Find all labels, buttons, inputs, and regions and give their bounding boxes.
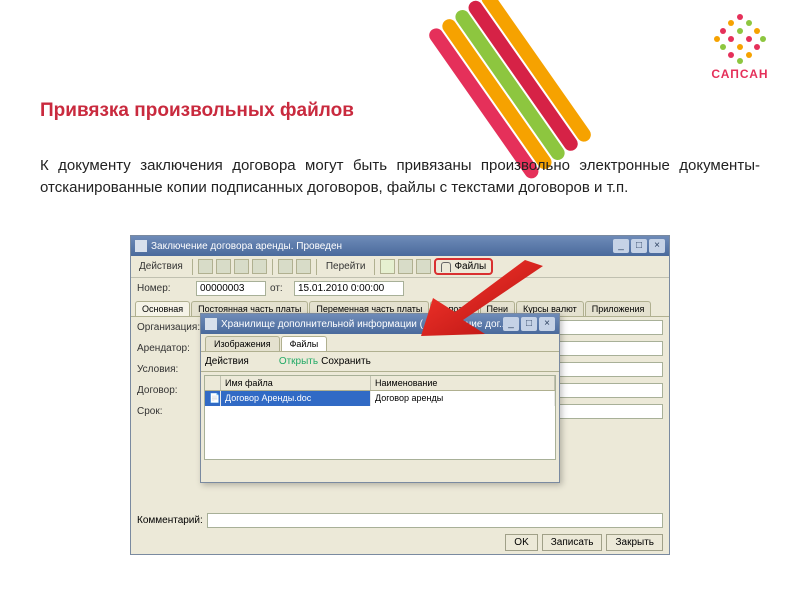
number-input[interactable]: [196, 281, 266, 296]
child-tabs: Изображения Файлы: [201, 334, 559, 352]
main-toolbar: Действия Перейти Файлы: [131, 256, 669, 278]
toolbar-icon[interactable]: [252, 259, 267, 274]
doc-icon: 📄: [205, 391, 221, 406]
toolbar-icon[interactable]: [216, 259, 231, 274]
files-button[interactable]: Файлы: [434, 258, 493, 275]
ok-button[interactable]: OK: [505, 534, 537, 551]
page-title: Привязка произвольных файлов: [40, 100, 354, 122]
main-titlebar[interactable]: Заключение договора аренды. Проведен _ □…: [131, 236, 669, 256]
color-stripes: [426, 0, 693, 181]
tab-images[interactable]: Изображения: [205, 336, 280, 351]
maximize-button[interactable]: □: [631, 239, 647, 253]
comment-label: Комментарий:: [137, 515, 207, 526]
tab-attach[interactable]: Приложения: [585, 301, 652, 316]
page-description: К документу заключения договора могут бы…: [40, 155, 760, 199]
files-label: Файлы: [454, 261, 486, 272]
open-button[interactable]: Открыть: [279, 356, 318, 367]
org-label: Организация:: [137, 322, 207, 333]
file-grid[interactable]: Имя файла Наименование 📄 Договор Аренды.…: [204, 375, 556, 460]
save-button[interactable]: Записать: [542, 534, 603, 551]
main-window-title: Заключение договора аренды. Проведен: [151, 241, 613, 252]
term-label: Срок:: [137, 406, 207, 417]
toolbar-icon[interactable]: [234, 259, 249, 274]
tab-files[interactable]: Файлы: [281, 336, 328, 351]
help-icon[interactable]: [380, 259, 395, 274]
toolbar-icon[interactable]: [296, 259, 311, 274]
col-name[interactable]: Наименование: [371, 376, 555, 390]
storage-window: Хранилище дополнительной информации ( За…: [200, 313, 560, 483]
comment-input[interactable]: [207, 513, 663, 528]
toolbar-icon[interactable]: [278, 259, 293, 274]
contract-label: Договор:: [137, 385, 207, 396]
child-actions-menu[interactable]: Действия: [205, 356, 249, 367]
paperclip-icon: [441, 262, 451, 272]
cell-name: Договор аренды: [371, 391, 555, 406]
number-label: Номер:: [137, 283, 192, 294]
minimize-button[interactable]: _: [613, 239, 629, 253]
toolbar-icon[interactable]: [398, 259, 413, 274]
go-menu[interactable]: Перейти: [322, 260, 370, 273]
from-label: от:: [270, 283, 290, 294]
col-filename[interactable]: Имя файла: [221, 376, 371, 390]
child-titlebar[interactable]: Хранилище дополнительной информации ( За…: [201, 314, 559, 334]
date-input[interactable]: [294, 281, 404, 296]
cell-filename: Договор Аренды.doc: [221, 391, 371, 406]
toolbar-icon[interactable]: [198, 259, 213, 274]
minimize-button[interactable]: _: [503, 317, 519, 331]
close-button[interactable]: Закрыть: [606, 534, 663, 551]
window-icon: [135, 240, 147, 252]
child-window-title: Хранилище дополнительной информации ( За…: [221, 319, 503, 330]
table-row[interactable]: 📄 Договор Аренды.doc Договор аренды: [205, 391, 555, 406]
tenant-label: Арендатор:: [137, 343, 207, 354]
close-button[interactable]: ×: [539, 317, 555, 331]
child-toolbar: Действия Открыть Сохранить: [201, 352, 559, 372]
close-button[interactable]: ×: [649, 239, 665, 253]
header-decoration: САПСАН: [480, 0, 800, 95]
tab-main[interactable]: Основная: [135, 301, 190, 316]
brand-logo: САПСАН: [710, 10, 770, 81]
save-button[interactable]: Сохранить: [321, 356, 371, 367]
brand-name: САПСАН: [710, 67, 770, 81]
cond-label: Условия:: [137, 364, 207, 375]
window-icon: [205, 318, 217, 330]
toolbar-icon[interactable]: [416, 259, 431, 274]
maximize-button[interactable]: □: [521, 317, 537, 331]
actions-menu[interactable]: Действия: [135, 260, 187, 273]
grid-header: Имя файла Наименование: [205, 376, 555, 391]
